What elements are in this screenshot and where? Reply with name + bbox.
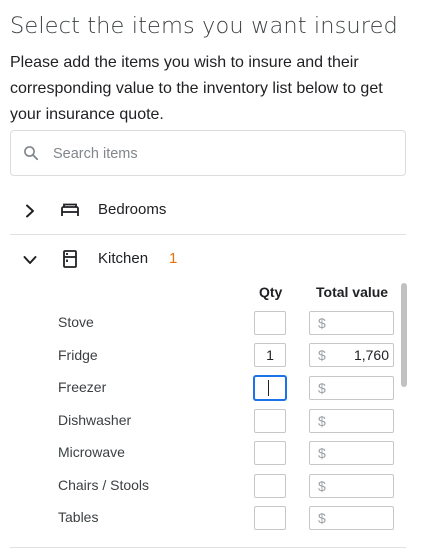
room-label-kitchen: Kitchen xyxy=(98,250,149,267)
item-label-microwave: Microwave xyxy=(58,444,125,460)
qty-input-fridge[interactable]: 1 xyxy=(254,343,286,367)
qty-input-freezer[interactable] xyxy=(254,376,286,400)
currency-symbol: $ xyxy=(318,413,326,429)
value-text: 1,760 xyxy=(353,347,389,363)
currency-symbol: $ xyxy=(318,380,326,396)
qty-input-tables[interactable] xyxy=(254,506,286,530)
value-input-freezer[interactable]: $ xyxy=(309,376,394,400)
value-input-chairs-stools[interactable]: $ xyxy=(309,474,394,498)
page-instructions: Please add the items you wish to insure … xyxy=(10,54,383,123)
room-label-bedrooms: Bedrooms xyxy=(98,201,167,218)
chevron-right-icon[interactable] xyxy=(22,203,38,219)
item-label-freezer: Freezer xyxy=(58,379,107,395)
item-label-chairs-stools: Chairs / Stools xyxy=(58,477,150,493)
value-input-dishwasher[interactable]: $ xyxy=(309,409,394,433)
item-label-stove: Stove xyxy=(58,314,94,330)
item-label-fridge: Fridge xyxy=(58,347,98,363)
value-input-fridge[interactable]: $ 1,760 xyxy=(309,343,394,367)
bottom-divider xyxy=(10,547,406,548)
qty-input-microwave[interactable] xyxy=(254,441,286,465)
value-input-stove[interactable]: $ xyxy=(309,311,394,335)
qty-input-stove[interactable] xyxy=(254,311,286,335)
column-header-qty: Qty xyxy=(259,284,283,300)
room-item-count: 1 xyxy=(169,250,178,267)
page-title: Select the items you want insured xyxy=(10,13,398,39)
currency-symbol: $ xyxy=(318,445,326,461)
currency-symbol: $ xyxy=(318,315,326,331)
currency-symbol: $ xyxy=(318,478,326,494)
fridge-icon xyxy=(63,250,77,268)
currency-symbol: $ xyxy=(318,510,326,526)
value-input-microwave[interactable]: $ xyxy=(309,441,394,465)
scrollbar[interactable] xyxy=(401,283,407,538)
qty-input-chairs-stools[interactable] xyxy=(254,474,286,498)
search-icon xyxy=(24,146,39,161)
room-row-bedrooms[interactable]: Bedrooms xyxy=(10,188,406,234)
qty-input-dishwasher[interactable] xyxy=(254,409,286,433)
item-label-dishwasher: Dishwasher xyxy=(58,412,132,428)
item-label-tables: Tables xyxy=(58,509,99,525)
currency-symbol: $ xyxy=(318,347,326,363)
room-row-kitchen[interactable]: Kitchen 1 xyxy=(10,237,406,283)
chevron-down-icon[interactable] xyxy=(22,252,38,268)
room-divider xyxy=(10,234,406,235)
search-input[interactable] xyxy=(51,132,395,176)
insurance-inventory-page: Select the items you want insured Please… xyxy=(0,0,422,552)
scrollbar-thumb[interactable] xyxy=(401,283,407,387)
text-cursor xyxy=(268,380,269,396)
value-input-tables[interactable]: $ xyxy=(309,506,394,530)
bed-icon xyxy=(61,203,79,216)
search-box[interactable] xyxy=(10,130,406,176)
column-header-total-value: Total value xyxy=(316,284,389,300)
